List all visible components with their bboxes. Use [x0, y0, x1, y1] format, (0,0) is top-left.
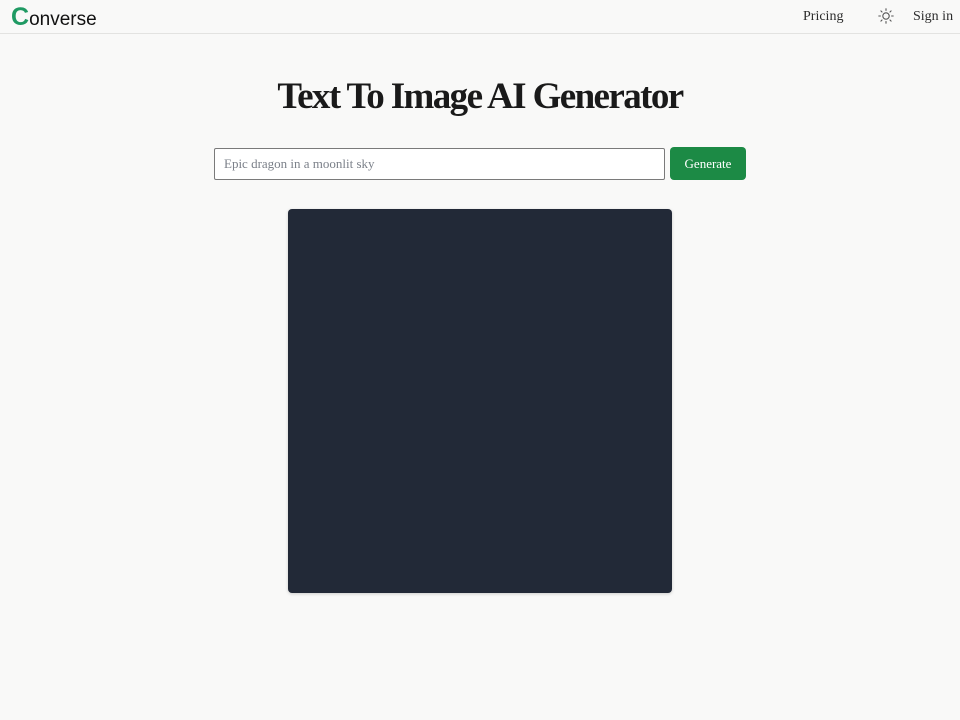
generated-image-placeholder: [288, 209, 672, 593]
generate-button[interactable]: Generate: [670, 147, 746, 180]
page-title: Text To Image AI Generator: [277, 76, 684, 117]
theme-toggle-button[interactable]: [877, 7, 895, 25]
sign-in-link[interactable]: Sign in: [913, 8, 953, 26]
prompt-input[interactable]: [214, 148, 665, 180]
pricing-link[interactable]: Pricing: [803, 8, 843, 26]
converse-logo[interactable]: C onverse: [11, 2, 97, 32]
logo-mark: C: [11, 3, 30, 31]
sun-icon: [878, 8, 894, 24]
logo-wordmark: onverse: [29, 9, 97, 30]
top-nav-bar: C onverse Pricing Sign in: [0, 0, 960, 34]
